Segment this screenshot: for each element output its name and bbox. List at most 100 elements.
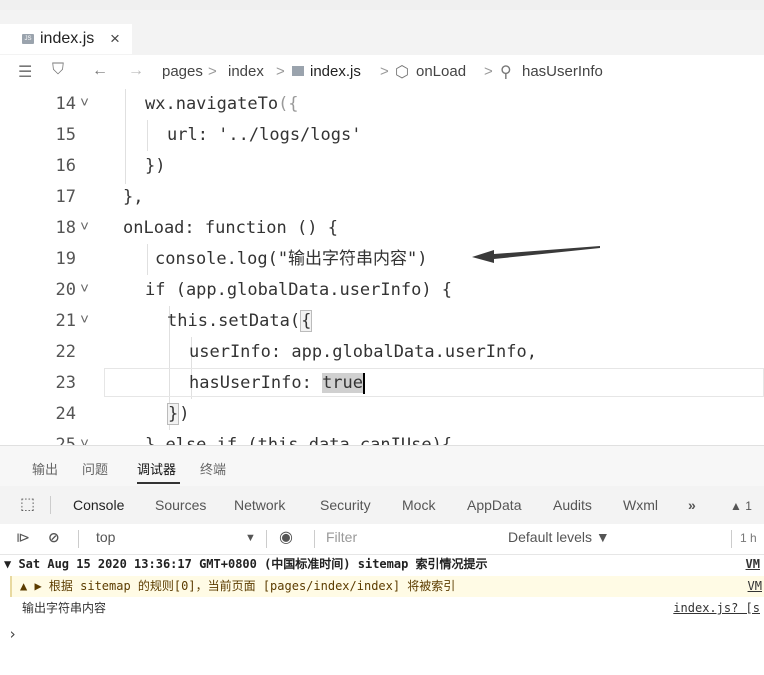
context-dropdown-arrow-icon[interactable]: ▼ (245, 532, 256, 544)
breadcrumb-item-pages[interactable]: pages (162, 63, 203, 80)
fold-chevron-icon[interactable]: ˅ (80, 273, 89, 304)
devtools-tab-appdata[interactable]: AppData (467, 497, 521, 513)
console-group-header[interactable]: ▼ Sat Aug 15 2020 13:36:17 GMT+0800 (中国标… (0, 554, 764, 575)
breadcrumb-separator: > (484, 63, 493, 80)
forward-arrow-icon[interactable]: → (128, 62, 144, 80)
code-line[interactable]: 23 hasUserInfo: true (0, 368, 764, 399)
devtools-tab-mock[interactable]: Mock (402, 497, 435, 513)
breadcrumb-separator: > (380, 63, 389, 80)
tab-filename: index.js (40, 30, 95, 47)
more-tabs-icon[interactable]: » (688, 497, 696, 513)
tab-terminal[interactable]: 终端 (200, 459, 226, 478)
code-text: onLoad: function () { (123, 218, 338, 238)
breadcrumb: ☰ ⛉ ← → pages > index > index.js > ⬡ onL… (0, 55, 764, 90)
devtools-tab-wxml[interactable]: Wxml (623, 497, 658, 513)
list-icon[interactable]: ☰ (18, 62, 32, 82)
code-line[interactable]: 15 url: '../logs/logs' (0, 120, 764, 151)
code-text: userInfo: app.globalData.userInfo, (189, 342, 537, 362)
code-text: console.log("输出字符串内容") (155, 249, 428, 269)
clear-console-icon[interactable]: ⊘ (48, 529, 60, 546)
log-levels-dropdown[interactable]: Default levels ▼ (508, 529, 610, 545)
warning-count-badge[interactable]: ▲ 1 (730, 499, 752, 513)
fold-chevron-icon[interactable]: ˅ (80, 89, 89, 118)
js-file-icon (292, 66, 304, 76)
line-number: 24 (55, 404, 76, 424)
console-prompt[interactable]: › (0, 624, 764, 645)
code-editor[interactable]: 14 ˅ wx.navigateTo({15 url: '../logs/logs' 1… (0, 89, 764, 445)
hidden-messages-count: 1 h (740, 531, 757, 545)
console-log-row: 输出字符串内容 index.js? [s (0, 598, 764, 619)
method-cube-icon: ⬡ (395, 64, 409, 81)
code-text: if (app.globalData.userInfo) { (145, 280, 453, 300)
console-warning-row: ▲ ▶ 根据 sitemap 的规则[0]，当前页面 [pages/index/… (10, 576, 764, 597)
back-arrow-icon[interactable]: ← (92, 62, 108, 80)
log-source-link[interactable]: VM (748, 576, 762, 597)
code-line[interactable]: 16}) (0, 151, 764, 182)
code-text: }) (167, 403, 190, 425)
code-line[interactable]: 24}) (0, 399, 764, 430)
tab-problems[interactable]: 问题 (82, 459, 108, 478)
log-source-link[interactable]: index.js? [s (673, 598, 760, 619)
line-number: 22 (55, 342, 76, 362)
devtools-tab-console[interactable]: Console (73, 497, 124, 513)
code-text: this.setData({ (167, 310, 313, 332)
divider (78, 530, 79, 548)
code-line[interactable]: 18 ˅ onLoad: function () { (0, 213, 764, 244)
devtools-tab-sources[interactable]: Sources (155, 497, 206, 513)
code-text: wx.navigateTo({ (145, 94, 299, 114)
code-text: url: '../logs/logs' (167, 125, 362, 145)
devtools-tabs: ⬚ Console Sources Network Security Mock … (0, 486, 764, 525)
breadcrumb-item-hasuserinfo[interactable]: hasUserInfo (522, 63, 603, 80)
bookmark-icon[interactable]: ⛉ (52, 61, 64, 79)
devtools-tab-network[interactable]: Network (234, 497, 285, 513)
line-number: 21 (55, 311, 76, 331)
console-log-text: 输出字符串内容 (22, 601, 107, 615)
code-line[interactable]: 17}, (0, 182, 764, 213)
line-number: 15 (55, 125, 76, 145)
breadcrumb-item-index[interactable]: index (228, 63, 264, 80)
fold-chevron-icon[interactable]: ˅ (80, 211, 89, 242)
close-tab-icon[interactable]: × (110, 29, 120, 49)
line-number: 23 (55, 373, 76, 393)
breadcrumb-item-onload[interactable]: onLoad (416, 63, 466, 80)
code-text: }) (145, 156, 166, 176)
line-number: 19 (55, 249, 76, 269)
breadcrumb-separator: > (208, 63, 217, 80)
code-line[interactable]: 19 console.log("输出字符串内容") (0, 244, 764, 275)
panel-tabs: 输出 问题 调试器 终端 (0, 446, 764, 486)
inspect-element-icon[interactable]: ⬚ (20, 494, 35, 514)
window-top-strip (0, 0, 764, 10)
sidebar-toggle-icon[interactable]: ⧐ (16, 529, 30, 546)
wrench-property-icon: ⚲ (500, 64, 512, 81)
tab-output[interactable]: 输出 (32, 459, 58, 478)
context-selector[interactable]: top (96, 529, 115, 545)
code-line[interactable]: 25 ˅ } else if (this.data.canIUse){ (0, 430, 764, 445)
editor-tab-index-js[interactable]: JS index.js × (0, 24, 132, 54)
code-line[interactable]: 14 ˅ wx.navigateTo({ (0, 89, 764, 120)
bottom-panel: 输出 问题 调试器 终端 ⬚ Console Sources Network S… (0, 445, 764, 675)
filter-input[interactable]: Filter (326, 529, 357, 545)
devtools-tab-security[interactable]: Security (320, 497, 371, 513)
breadcrumb-item-file[interactable]: index.js (310, 63, 361, 80)
code-text: }, (123, 187, 144, 207)
fold-chevron-icon[interactable]: ˅ (80, 304, 89, 335)
tab-debugger[interactable]: 调试器 (137, 459, 176, 478)
divider (314, 530, 315, 548)
code-line[interactable]: 22 userInfo: app.globalData.userInfo, (0, 337, 764, 368)
divider (266, 530, 267, 548)
line-number: 25 (55, 435, 76, 445)
code-text: hasUserInfo: true (189, 372, 366, 394)
line-number: 20 (55, 280, 76, 300)
breadcrumb-separator: > (276, 63, 285, 80)
js-file-icon: JS (22, 34, 34, 44)
eye-icon[interactable]: ◉ (279, 527, 293, 547)
log-source-link[interactable]: VM (746, 554, 760, 575)
devtools-tab-audits[interactable]: Audits (553, 497, 592, 513)
divider (50, 496, 51, 514)
line-number: 17 (55, 187, 76, 207)
code-text: } else if (this.data.canIUse){ (145, 435, 453, 445)
code-line[interactable]: 21 ˅ this.setData({ (0, 306, 764, 337)
line-number: 16 (55, 156, 76, 176)
code-line[interactable]: 20 ˅ if (app.globalData.userInfo) { (0, 275, 764, 306)
fold-chevron-icon[interactable]: ˅ (80, 428, 89, 445)
